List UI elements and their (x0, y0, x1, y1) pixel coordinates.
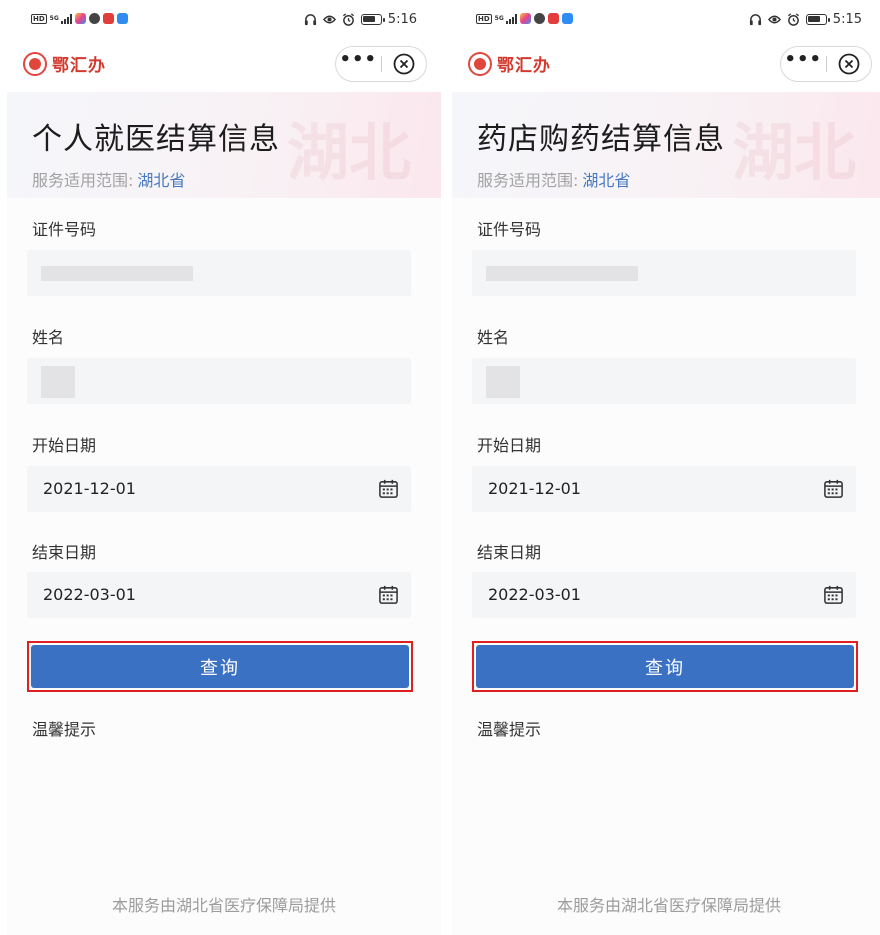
footer-provider: 本服务由湖北省医疗保障局提供 (556, 896, 781, 915)
service-scope: 服务适用范围: 湖北省 (32, 167, 185, 191)
query-button[interactable]: 查询 (476, 645, 854, 688)
name-label: 姓名 (32, 328, 65, 347)
scope-value: 湖北省 (582, 171, 631, 190)
app-logo: 鄂汇办 (468, 51, 551, 76)
end-date-field[interactable]: 2022-03-01 (27, 572, 411, 618)
alarm-icon (787, 13, 799, 26)
end-date-label: 结束日期 (32, 543, 97, 562)
name-field[interactable] (27, 358, 411, 404)
status-time: 5:15 (832, 12, 862, 27)
close-circle-icon[interactable] (826, 53, 871, 75)
start-date-label: 开始日期 (477, 436, 542, 455)
query-highlight-box: 查询 (472, 641, 858, 692)
app-logo: 鄂汇办 (23, 51, 106, 76)
network-type: 5G (49, 14, 59, 22)
calendar-icon[interactable] (378, 478, 399, 499)
miniprogram-capsule: ••• (780, 46, 872, 82)
eye-icon (322, 15, 336, 24)
tips-heading: 温馨提示 (32, 720, 97, 739)
name-redacted (41, 366, 75, 398)
end-date-field[interactable]: 2022-03-01 (472, 572, 856, 618)
name-redacted (486, 366, 520, 398)
page-header: 湖北 药店购药结算信息 服务适用范围: 湖北省 (452, 92, 880, 198)
battery-icon (360, 14, 385, 25)
app-notification-icon (533, 13, 545, 24)
page-header: 湖北 个人就医结算信息 服务适用范围: 湖北省 (7, 92, 441, 198)
more-icon[interactable]: ••• (781, 51, 826, 73)
scope-value: 湖北省 (137, 171, 186, 190)
network-type: 5G (494, 14, 504, 22)
close-circle-icon[interactable] (381, 53, 426, 75)
scope-label: 服务适用范围: (32, 171, 134, 190)
nav-bar: 鄂汇办 ••• (452, 42, 880, 92)
start-date-label: 开始日期 (32, 436, 97, 455)
name-field[interactable] (472, 358, 856, 404)
logo-icon (23, 51, 47, 76)
calendar-icon[interactable] (823, 478, 844, 499)
query-highlight-box: 查询 (27, 641, 413, 692)
start-date-field[interactable]: 2021-12-01 (472, 466, 856, 512)
app-notification-icon (88, 13, 100, 24)
end-date-label: 结束日期 (477, 543, 542, 562)
headphones-icon (304, 14, 316, 26)
app-notification-icon (74, 13, 86, 24)
id-number-redacted (41, 266, 193, 281)
name-label: 姓名 (477, 328, 510, 347)
query-button[interactable]: 查询 (31, 645, 409, 688)
id-number-field[interactable] (472, 250, 856, 296)
signal-icon (60, 13, 72, 24)
page-title: 个人就医结算信息 (32, 122, 280, 157)
start-date-value: 2021-12-01 (488, 479, 581, 498)
status-time: 5:16 (387, 12, 417, 27)
id-number-label: 证件号码 (32, 220, 97, 239)
start-date-field[interactable]: 2021-12-01 (27, 466, 411, 512)
app-notification-icon (102, 13, 114, 24)
app-name: 鄂汇办 (497, 56, 551, 76)
alarm-icon (342, 13, 354, 26)
id-number-field[interactable] (27, 250, 411, 296)
end-date-value: 2022-03-01 (43, 585, 136, 604)
status-bar: HD 5G 5:16 (7, 0, 441, 42)
app-notification-icon (519, 13, 531, 24)
hd-icon: HD (31, 13, 47, 24)
status-bar: HD 5G 5:15 (452, 0, 880, 42)
page-title: 药店购药结算信息 (477, 122, 725, 157)
end-date-value: 2022-03-01 (488, 585, 581, 604)
header-watermark: 湖北 (286, 116, 411, 189)
nav-bar: 鄂汇办 ••• (7, 42, 441, 92)
miniprogram-capsule: ••• (335, 46, 427, 82)
more-icon[interactable]: ••• (336, 51, 381, 73)
id-number-label: 证件号码 (477, 220, 542, 239)
right-screen: HD 5G 5:15 鄂汇办 ••• 湖北 药店购药结算信息 服务适用范围: 湖… (452, 0, 880, 935)
start-date-value: 2021-12-01 (43, 479, 136, 498)
battery-icon (805, 14, 830, 25)
left-screen: HD 5G 5:16 鄂汇办 ••• 湖北 个人就医结算信息 服务适用范围: 湖… (7, 0, 441, 935)
header-watermark: 湖北 (731, 116, 856, 189)
hd-icon: HD (476, 13, 492, 24)
headphones-icon (749, 14, 761, 26)
tips-heading: 温馨提示 (477, 720, 542, 739)
id-number-redacted (486, 266, 638, 281)
footer-provider: 本服务由湖北省医疗保障局提供 (111, 896, 336, 915)
app-notification-icon (116, 13, 128, 24)
calendar-icon[interactable] (823, 584, 844, 605)
service-scope: 服务适用范围: 湖北省 (477, 167, 630, 191)
scope-label: 服务适用范围: (477, 171, 579, 190)
app-notification-icon (561, 13, 573, 24)
signal-icon (505, 13, 517, 24)
eye-icon (767, 15, 781, 24)
app-name: 鄂汇办 (52, 56, 106, 76)
calendar-icon[interactable] (378, 584, 399, 605)
app-notification-icon (547, 13, 559, 24)
logo-icon (468, 51, 492, 76)
